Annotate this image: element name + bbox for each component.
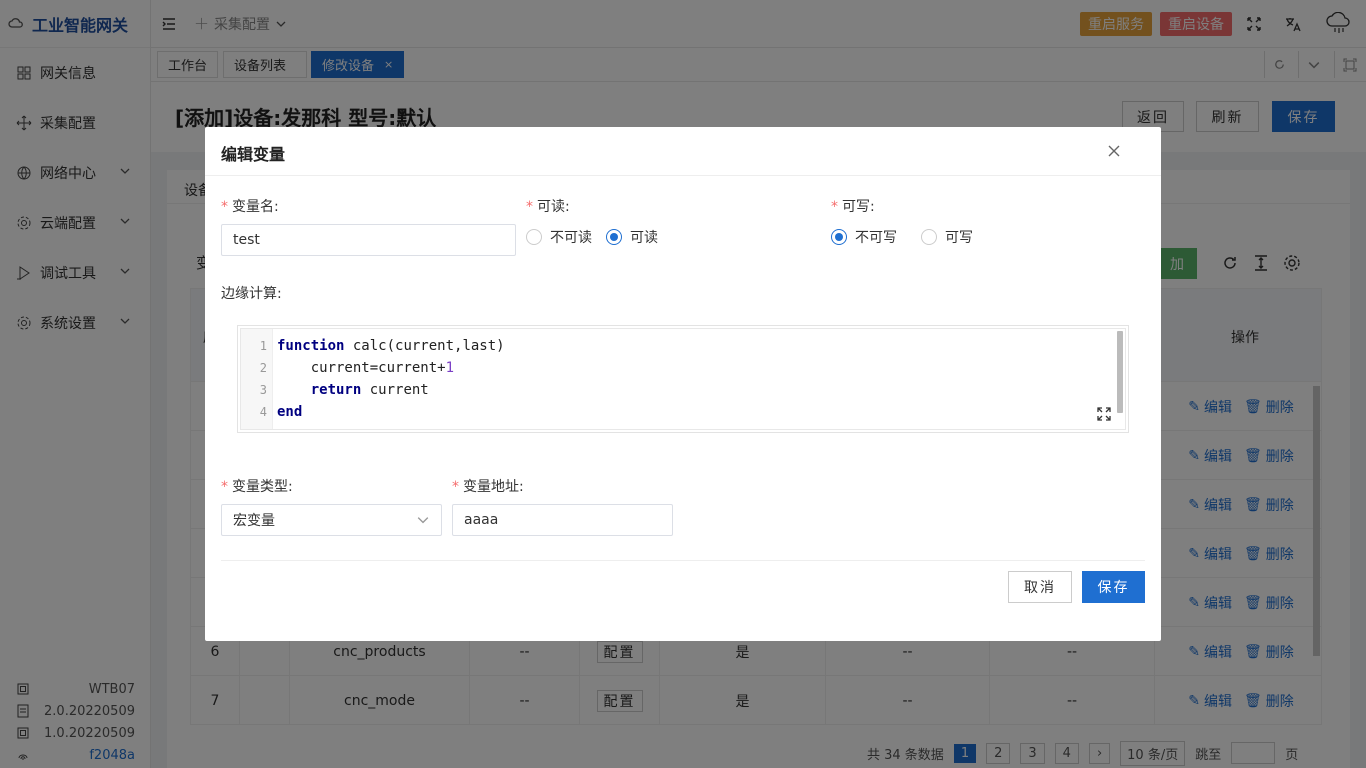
dialog-divider [221, 560, 1145, 561]
code-editor-frame: 1 2 3 4 function calc(current,last) curr… [237, 325, 1129, 433]
writable-option-no[interactable]: 不可写 [831, 227, 897, 247]
var-type-label: * 变量类型: [221, 479, 293, 495]
editor-scrollbar[interactable] [1117, 331, 1123, 413]
writable-radio-group: 不可写 可写 [831, 227, 973, 247]
edit-variable-dialog: 编辑变量 * 变量名: test * 可读: 不可读 可读 * 可写: 不可写 可写 … [205, 127, 1161, 641]
code-content: function calc(current,last) current=curr… [277, 335, 505, 423]
code-line-2: current=current+1 [277, 360, 455, 376]
line-numbers: 1 2 3 4 [241, 329, 273, 429]
expand-icon[interactable] [1097, 407, 1111, 421]
writable-option-yes[interactable]: 可写 [921, 227, 973, 247]
readable-option-no[interactable]: 不可读 [526, 227, 592, 247]
chevron-down-icon [417, 517, 429, 524]
edge-calc-label: 边缘计算: [221, 286, 282, 302]
code-editor[interactable]: 1 2 3 4 function calc(current,last) curr… [240, 328, 1126, 430]
var-addr-label: * 变量地址: [452, 479, 524, 495]
var-type-select[interactable]: 宏变量 [221, 504, 442, 536]
var-addr-input[interactable]: aaaa [452, 504, 673, 536]
cancel-button[interactable]: 取消 [1008, 571, 1072, 603]
dialog-title: 编辑变量 [221, 145, 286, 164]
code-line-4: end [277, 404, 303, 420]
save-variable-button[interactable]: 保存 [1082, 571, 1145, 603]
code-line-3: return current [310, 382, 429, 398]
dialog-header: 编辑变量 [205, 127, 1161, 176]
var-name-input[interactable]: test [221, 224, 516, 256]
readable-radio-group: 不可读 可读 [526, 227, 658, 247]
readable-option-yes[interactable]: 可读 [606, 227, 658, 247]
close-icon[interactable] [1107, 144, 1121, 158]
var-name-label: * 变量名: [221, 199, 279, 215]
readable-label: * 可读: [526, 199, 570, 215]
code-line-1: function calc(current,last) [277, 338, 505, 354]
writable-label: * 可写: [831, 199, 875, 215]
